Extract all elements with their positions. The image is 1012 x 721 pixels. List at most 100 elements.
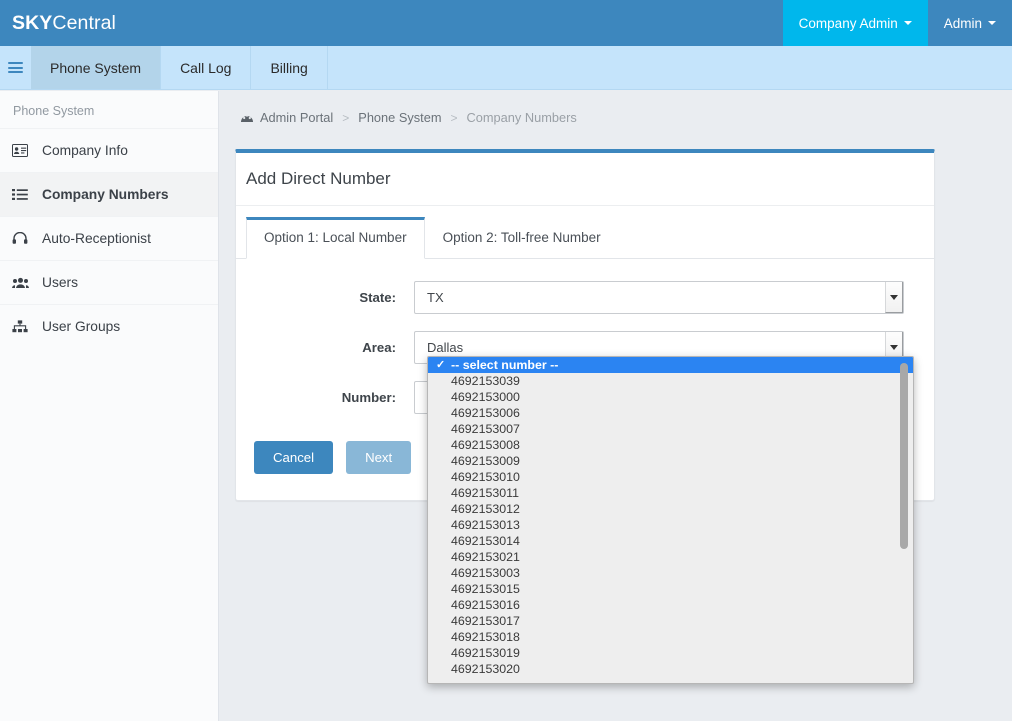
breadcrumb-separator: > xyxy=(342,110,350,125)
dropdown-option[interactable]: 4692153010 xyxy=(428,469,913,485)
dropdown-option[interactable]: 4692153013 xyxy=(428,517,913,533)
sidebar: Phone System Company Info Company Number… xyxy=(0,91,219,721)
sidebar-item-label: User Groups xyxy=(42,319,121,334)
sidebar-item-label: Auto-Receptionist xyxy=(42,231,151,246)
admin-menu[interactable]: Admin xyxy=(928,0,1012,46)
sidebar-item-label: Users xyxy=(42,275,79,290)
dropdown-option[interactable]: ✓ -- select number -- xyxy=(428,357,913,373)
breadcrumb-current: Company Numbers xyxy=(466,110,577,125)
sidebar-item-company-numbers[interactable]: Company Numbers xyxy=(0,172,218,216)
sidebar-item-label: Company Info xyxy=(42,143,128,158)
breadcrumb-link-phone-system[interactable]: Phone System xyxy=(358,110,441,125)
dropdown-option-label: 4692153014 xyxy=(451,534,520,548)
dropdown-option-label: 4692153003 xyxy=(451,566,520,580)
dropdown-scrollbar-track[interactable] xyxy=(900,359,911,681)
dropdown-option-label: 4692153012 xyxy=(451,502,520,516)
users-icon xyxy=(12,276,32,289)
number-dropdown-list[interactable]: ✓ -- select number -- 4692153039 4692153000… xyxy=(427,356,914,684)
dropdown-option[interactable]: 4692153019 xyxy=(428,645,913,661)
nav-tab-label: Billing xyxy=(270,59,308,76)
cancel-button[interactable]: Cancel xyxy=(254,441,334,474)
nav-tab-call-log[interactable]: Call Log xyxy=(161,46,252,89)
dropdown-option[interactable]: 4692153003 xyxy=(428,565,913,581)
dropdown-option[interactable]: 4692153014 xyxy=(428,533,913,549)
chevron-down-icon xyxy=(903,21,912,25)
headset-icon xyxy=(12,232,32,245)
brand-secondary-text: Central xyxy=(52,11,116,34)
sitemap-icon xyxy=(12,320,32,333)
company-admin-menu[interactable]: Company Admin xyxy=(782,0,928,46)
sidebar-heading: Phone System xyxy=(13,104,95,118)
state-select-arrow-button[interactable] xyxy=(885,282,903,313)
dropdown-option-label: 4692153008 xyxy=(451,438,520,452)
brand-logo[interactable]: SKY Central xyxy=(0,0,131,46)
tab-option-2-toll-free-number[interactable]: Option 2: Toll-free Number xyxy=(425,217,619,259)
dropdown-option-label: 4692153006 xyxy=(451,406,520,420)
dropdown-option-label: 4692153020 xyxy=(451,662,520,676)
dropdown-option-label: 4692153021 xyxy=(451,550,520,564)
contact-card-icon xyxy=(12,144,32,157)
dropdown-option[interactable]: 4692153017 xyxy=(428,613,913,629)
sidebar-item-users[interactable]: Users xyxy=(0,260,218,304)
dropdown-option-label: 4692153015 xyxy=(451,582,520,596)
dropdown-option[interactable]: 4692153021 xyxy=(428,549,913,565)
dropdown-option-label: -- select number -- xyxy=(451,358,559,372)
breadcrumb: Admin Portal > Phone System > Company Nu… xyxy=(219,91,1012,125)
dropdown-option-label: 4692153009 xyxy=(451,454,520,468)
nav-tab-billing[interactable]: Billing xyxy=(251,46,328,89)
state-label: State: xyxy=(359,290,396,305)
nav-tab-label: Call Log xyxy=(180,59,232,76)
chevron-down-icon xyxy=(890,344,898,350)
chevron-down-icon xyxy=(988,21,996,25)
dropdown-option[interactable]: 4692153008 xyxy=(428,437,913,453)
next-button[interactable]: Next xyxy=(346,441,412,474)
breadcrumb-separator: > xyxy=(450,110,458,125)
company-admin-label: Company Admin xyxy=(798,15,898,31)
nav-tab-phone-system[interactable]: Phone System xyxy=(31,46,162,89)
dropdown-option-label: 4692153011 xyxy=(451,486,519,500)
dropdown-option[interactable]: 4692153020 xyxy=(428,661,913,677)
dropdown-option-label: 4692153018 xyxy=(451,630,520,644)
sidebar-item-auto-receptionist[interactable]: Auto-Receptionist xyxy=(0,216,218,260)
state-select-value: TX xyxy=(427,290,444,305)
sidebar-item-user-groups[interactable]: User Groups xyxy=(0,304,218,348)
dropdown-option[interactable]: 4692153009 xyxy=(428,453,913,469)
dropdown-option-label: 4692153017 xyxy=(451,614,520,628)
dropdown-option[interactable]: 4692153007 xyxy=(428,421,913,437)
state-select-wrapper: TX xyxy=(414,281,904,314)
dropdown-option[interactable]: 4692153039 xyxy=(428,373,913,389)
dropdown-option[interactable]: 4692153011 xyxy=(428,485,913,501)
number-label: Number: xyxy=(341,390,396,405)
sidebar-item-company-info[interactable]: Company Info xyxy=(0,128,218,172)
check-icon: ✓ xyxy=(436,359,446,371)
area-label: Area: xyxy=(362,340,396,355)
dropdown-option[interactable]: 4692153016 xyxy=(428,597,913,613)
nav-tab-label: Phone System xyxy=(50,59,142,76)
dropdown-option-label: 4692153007 xyxy=(451,422,520,436)
dropdown-option[interactable]: 4692153006 xyxy=(428,405,913,421)
dropdown-option[interactable]: 4692153015 xyxy=(428,581,913,597)
dropdown-option[interactable]: 4692153012 xyxy=(428,501,913,517)
breadcrumb-link-admin-portal[interactable]: Admin Portal xyxy=(260,110,333,125)
admin-label: Admin xyxy=(943,15,982,31)
page-title: Add Direct Number xyxy=(246,169,391,188)
main-nav-bar: Phone System Call Log Billing xyxy=(0,46,1012,90)
hamburger-icon[interactable] xyxy=(0,46,31,89)
tab-label: Option 2: Toll-free Number xyxy=(442,230,601,245)
header-spacer xyxy=(131,0,783,46)
brand-primary-text: SKY xyxy=(12,11,53,34)
state-select[interactable]: TX xyxy=(414,281,904,314)
panel-tabstrip: Option 1: Local Number Option 2: Toll-fr… xyxy=(236,206,934,259)
dropdown-scrollbar-thumb[interactable] xyxy=(900,363,908,549)
form-row-state: State: TX xyxy=(254,281,916,314)
dropdown-option-label: 4692153039 xyxy=(451,374,520,388)
tab-option-1-local-number[interactable]: Option 1: Local Number xyxy=(246,217,425,259)
sidebar-item-label: Company Numbers xyxy=(42,187,169,202)
tab-label: Option 1: Local Number xyxy=(264,230,407,245)
dropdown-option-label: 4692153013 xyxy=(451,518,520,532)
dropdown-option-label: 4692153000 xyxy=(451,390,520,404)
number-dropdown-options: ✓ -- select number -- 4692153039 4692153000… xyxy=(428,357,913,677)
dropdown-option-label: 4692153010 xyxy=(451,470,520,484)
dropdown-option[interactable]: 4692153000 xyxy=(428,389,913,405)
dropdown-option[interactable]: 4692153018 xyxy=(428,629,913,645)
